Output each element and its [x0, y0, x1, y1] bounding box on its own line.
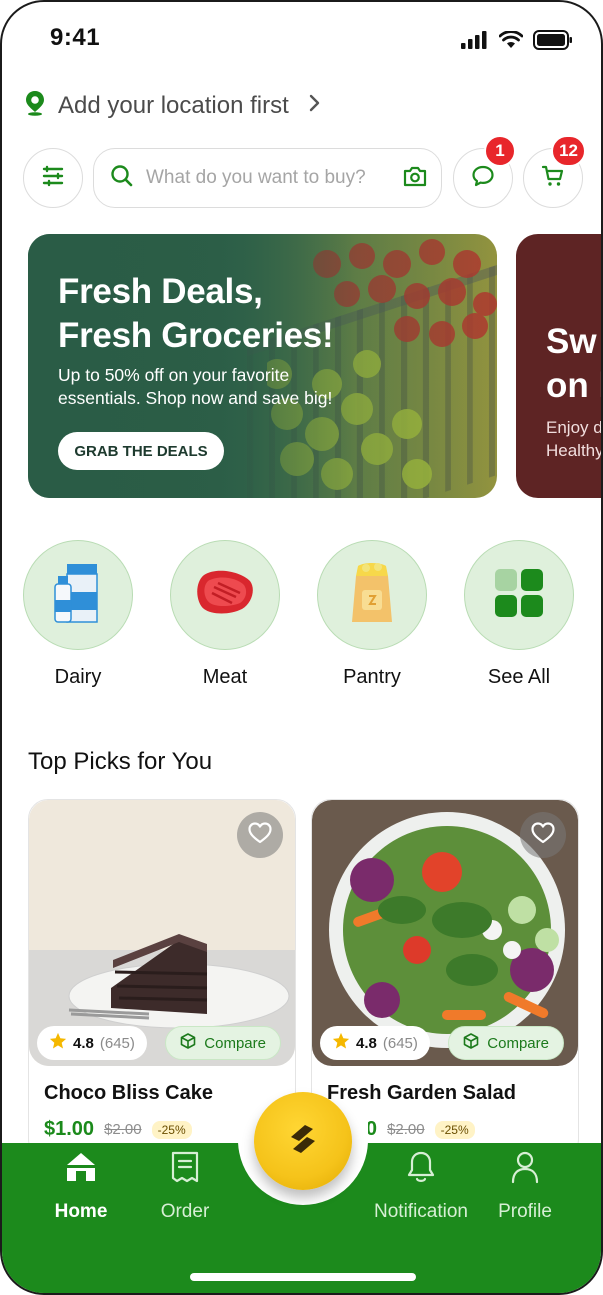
compare-button[interactable]: Compare — [448, 1026, 564, 1060]
promo-banner-second[interactable]: Sw on l Enjoy d Healthy — [516, 234, 603, 498]
grid-icon — [493, 567, 545, 624]
star-icon — [49, 1032, 67, 1054]
rating-value: 4.8 — [73, 1034, 94, 1052]
banner-title: Sw on l — [546, 322, 603, 405]
nav-label: Profile — [498, 1201, 552, 1222]
compare-label: Compare — [487, 1034, 549, 1052]
category-dairy[interactable]: Dairy — [22, 540, 134, 689]
messages-badge: 1 — [484, 135, 516, 167]
flour-bag-icon — [348, 562, 396, 629]
nav-order[interactable]: Order — [130, 1143, 240, 1223]
promo-banner-fresh-deals[interactable]: Fresh Deals, Fresh Groceries! Up to 50% … — [28, 234, 497, 498]
search-bar[interactable] — [93, 148, 442, 208]
filter-button[interactable] — [23, 148, 83, 208]
product-old-price: $2.00 — [387, 1121, 425, 1138]
rating-count: (645) — [382, 1034, 418, 1052]
messages-button[interactable]: 1 — [453, 135, 516, 208]
rating-pill: 4.8 (645) — [320, 1026, 430, 1060]
favorite-button[interactable] — [237, 812, 283, 858]
star-icon — [332, 1032, 350, 1054]
nav-label: Home — [54, 1201, 108, 1222]
status-bar: 9:41 — [2, 2, 601, 74]
location-pin-icon — [24, 90, 46, 121]
filter-icon — [42, 165, 64, 192]
nav-label: Notification — [374, 1201, 468, 1222]
product-price: $1.00 — [44, 1118, 95, 1140]
search-input[interactable] — [146, 167, 391, 189]
banner-subtitle: Up to 50% off on your favorite essential… — [58, 365, 333, 408]
price-row: $1.00 $2.00 -25% — [44, 1118, 192, 1141]
box-icon — [463, 1033, 479, 1053]
brand-logo-icon — [283, 1119, 323, 1164]
category-see-all[interactable]: See All — [463, 540, 575, 689]
center-action-button[interactable] — [254, 1092, 352, 1190]
discount-badge: -25% — [151, 1120, 192, 1139]
heart-icon — [531, 821, 555, 849]
status-icons — [461, 30, 573, 55]
user-icon — [510, 1150, 540, 1189]
category-label: Pantry — [343, 666, 401, 688]
search-icon — [110, 164, 134, 193]
category-meat[interactable]: Meat — [169, 540, 281, 689]
banner-subtitle: Enjoy d Healthy — [546, 418, 603, 460]
favorite-button[interactable] — [520, 812, 566, 858]
rating-value: 4.8 — [356, 1034, 377, 1052]
compare-button[interactable]: Compare — [165, 1026, 281, 1060]
product-name: Fresh Garden Salad — [327, 1082, 516, 1104]
grab-the-deals-button[interactable]: GRAB THE DEALS — [58, 432, 224, 470]
product-name: Choco Bliss Cake — [44, 1082, 213, 1104]
category-label: See All — [487, 666, 551, 688]
nav-label: Order — [160, 1201, 210, 1222]
status-time: 9:41 — [50, 24, 101, 51]
category-pantry[interactable]: Pantry — [316, 540, 428, 689]
location-selector[interactable]: Add your location first — [24, 90, 321, 121]
product-old-price: $2.00 — [104, 1121, 142, 1138]
battery-icon — [533, 30, 573, 55]
signal-icon — [461, 31, 489, 54]
box-icon — [180, 1033, 196, 1053]
location-label: Add your location first — [58, 91, 289, 119]
home-icon — [64, 1151, 98, 1188]
discount-badge: -25% — [434, 1120, 475, 1139]
wifi-icon — [498, 30, 524, 54]
chat-bubble-icon — [471, 164, 495, 193]
rating-count: (645) — [99, 1034, 135, 1052]
category-label: Meat — [202, 666, 248, 688]
home-indicator — [190, 1273, 416, 1281]
rating-pill: 4.8 (645) — [37, 1026, 147, 1060]
milk-carton-icon — [53, 562, 103, 629]
cart-badge: 12 — [551, 135, 586, 167]
cart-button[interactable]: 12 — [523, 135, 586, 208]
bell-icon — [406, 1150, 436, 1189]
chevron-right-icon — [309, 94, 321, 117]
section-title: Top Picks for You — [28, 748, 213, 775]
banner-title: Fresh Deals, Fresh Groceries! — [58, 272, 334, 355]
steak-icon — [194, 569, 256, 622]
compare-label: Compare — [204, 1034, 266, 1052]
receipt-icon — [170, 1150, 200, 1189]
nav-profile[interactable]: Profile — [470, 1143, 580, 1223]
heart-icon — [248, 821, 272, 849]
camera-icon[interactable] — [403, 165, 427, 192]
phone-screen: 9:41 Add your location first What do you… — [0, 0, 603, 1295]
category-label: Dairy — [54, 666, 102, 688]
nav-notification[interactable]: Notification — [366, 1143, 476, 1223]
nav-home[interactable]: Home — [26, 1143, 136, 1223]
cart-icon — [541, 164, 565, 193]
